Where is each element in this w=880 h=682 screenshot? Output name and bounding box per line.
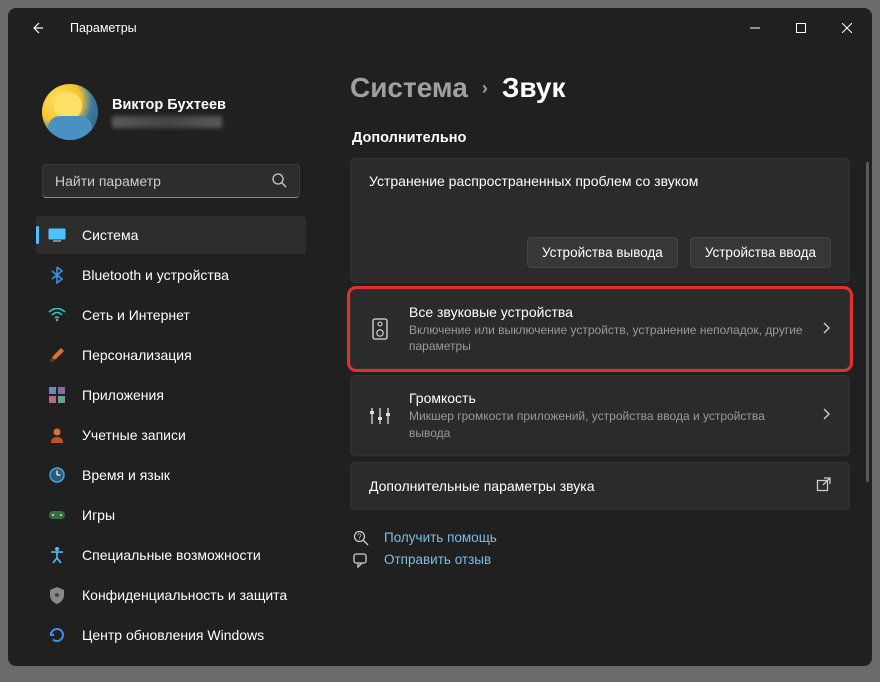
search-box[interactable] (42, 164, 300, 198)
nav-accounts[interactable]: Учетные записи (36, 416, 306, 454)
troubleshoot-card: Устранение распространенных проблем со з… (350, 158, 850, 283)
troubleshoot-input-button[interactable]: Устройства ввода (690, 237, 831, 268)
row-title: Дополнительные параметры звука (369, 478, 798, 494)
bluetooth-icon (48, 266, 66, 284)
mixer-icon (369, 408, 391, 424)
brush-icon (48, 346, 66, 364)
breadcrumb: Система › Звук (350, 72, 850, 104)
nav-gaming[interactable]: Игры (36, 496, 306, 534)
games-icon (48, 506, 66, 524)
settings-window: Параметры Виктор Бухтеев (8, 8, 872, 666)
titlebar: Параметры (8, 8, 872, 48)
close-button[interactable] (824, 12, 870, 44)
chevron-right-icon (821, 407, 831, 424)
footer-links: ? Получить помощь Отправить отзыв (350, 530, 850, 568)
sidebar: Виктор Бухтеев Система Bluetooth и устро… (8, 48, 318, 666)
send-feedback-link[interactable]: Отправить отзыв (352, 552, 850, 568)
update-icon (48, 626, 66, 644)
accessibility-icon (48, 546, 66, 564)
scrollbar-thumb[interactable] (866, 162, 869, 482)
back-button[interactable] (22, 13, 52, 43)
arrow-left-icon (29, 20, 45, 36)
nav-network[interactable]: Сеть и Интернет (36, 296, 306, 334)
nav-list: Система Bluetooth и устройства Сеть и Ин… (36, 216, 306, 654)
troubleshoot-title: Устранение распространенных проблем со з… (369, 173, 831, 189)
nav-personalization[interactable]: Персонализация (36, 336, 306, 374)
nav-privacy[interactable]: Конфиденциальность и защита (36, 576, 306, 614)
help-icon: ? (352, 530, 370, 546)
all-sound-devices-row[interactable]: Все звуковые устройства Включение или вы… (350, 289, 850, 369)
nav-label: Сеть и Интернет (82, 307, 190, 323)
nav-label: Время и язык (82, 467, 170, 483)
scrollbar[interactable] (866, 84, 869, 658)
account-icon (48, 426, 66, 444)
window-controls (732, 12, 870, 44)
profile-block[interactable]: Виктор Бухтеев (42, 84, 306, 140)
nav-label: Персонализация (82, 347, 192, 363)
troubleshoot-output-button[interactable]: Устройства вывода (527, 237, 678, 268)
row-title: Все звуковые устройства (409, 304, 803, 320)
profile-name: Виктор Бухтеев (112, 97, 226, 113)
nav-label: Система (82, 227, 138, 243)
volume-mixer-row[interactable]: Громкость Микшер громкости приложений, у… (350, 375, 850, 455)
breadcrumb-parent[interactable]: Система (350, 72, 468, 104)
apps-icon (48, 386, 66, 404)
section-title-additional: Дополнительно (352, 130, 850, 146)
profile-email (112, 116, 222, 128)
time-icon (48, 466, 66, 484)
more-sound-settings-row[interactable]: Дополнительные параметры звука (350, 462, 850, 510)
speaker-icon (369, 318, 391, 340)
row-subtitle: Микшер громкости приложений, устройства … (409, 408, 803, 440)
svg-text:?: ? (357, 532, 362, 541)
nav-label: Конфиденциальность и защита (82, 587, 287, 603)
feedback-icon (352, 552, 370, 568)
nav-label: Игры (82, 507, 115, 523)
nav-label: Специальные возможности (82, 547, 261, 563)
nav-bluetooth[interactable]: Bluetooth и устройства (36, 256, 306, 294)
nav-apps[interactable]: Приложения (36, 376, 306, 414)
search-icon (271, 172, 287, 191)
link-label: Отправить отзыв (384, 552, 491, 567)
chevron-right-icon: › (482, 78, 488, 99)
nav-label: Центр обновления Windows (82, 627, 264, 643)
nav-label: Приложения (82, 387, 164, 403)
nav-update[interactable]: Центр обновления Windows (36, 616, 306, 654)
avatar (42, 84, 98, 140)
window-title: Параметры (70, 21, 137, 35)
link-label: Получить помощь (384, 530, 497, 545)
privacy-icon (48, 586, 66, 604)
nav-label: Bluetooth и устройства (82, 267, 229, 283)
maximize-button[interactable] (778, 12, 824, 44)
external-link-icon (816, 477, 831, 495)
nav-system[interactable]: Система (36, 216, 306, 254)
search-input[interactable] (55, 173, 271, 189)
row-title: Громкость (409, 390, 803, 406)
nav-time-lang[interactable]: Время и язык (36, 456, 306, 494)
content-area: Система › Звук Дополнительно Устранение … (318, 48, 872, 666)
chevron-right-icon (821, 321, 831, 338)
row-subtitle: Включение или выключение устройств, устр… (409, 322, 803, 354)
minimize-button[interactable] (732, 12, 778, 44)
wifi-icon (48, 306, 66, 324)
system-icon (48, 226, 66, 244)
get-help-link[interactable]: ? Получить помощь (352, 530, 850, 546)
page-title: Звук (502, 72, 566, 104)
nav-label: Учетные записи (82, 427, 186, 443)
nav-accessibility[interactable]: Специальные возможности (36, 536, 306, 574)
